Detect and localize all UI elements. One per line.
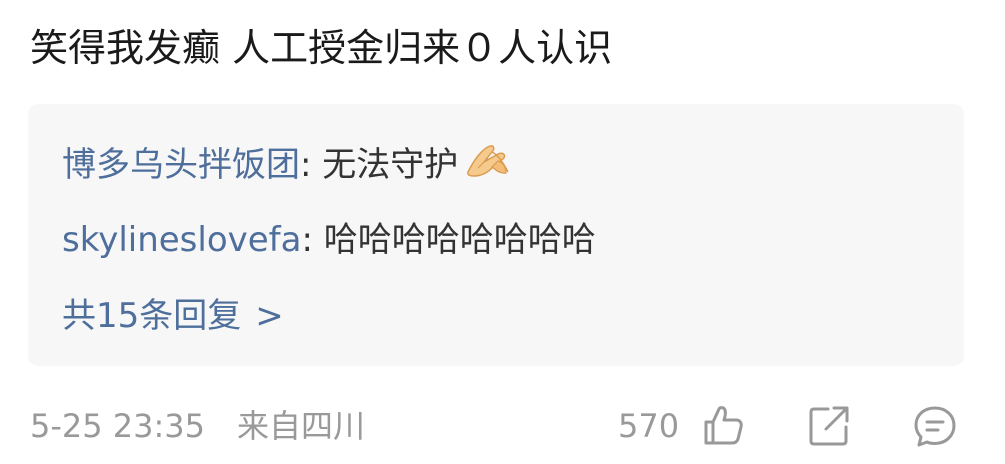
share-icon <box>809 406 849 446</box>
reply-separator: : <box>300 145 323 185</box>
share-button[interactable] <box>806 403 852 449</box>
reply-button[interactable] <box>912 403 958 449</box>
reply-count-label: 共15条回复 <box>62 296 242 336</box>
comment-text: 笑得我发癫 人工授金归来０人认识 <box>30 26 613 70</box>
comment-time: 5-25 23:35 <box>30 407 206 445</box>
reply-username[interactable]: skylineslovefa <box>62 220 301 260</box>
like-icon <box>704 406 743 445</box>
comment-meta: 5-25 23:35 来自四川 <box>30 403 365 449</box>
reply-text: 哈哈哈哈哈哈哈哈 <box>323 220 596 260</box>
like-count: 570 <box>618 407 680 445</box>
pinched-hands-emoji-icon <box>462 142 514 182</box>
reply-separator: : <box>301 220 324 260</box>
reply-username[interactable]: 博多乌头拌饭团 <box>62 145 300 185</box>
comment-icon <box>914 406 956 447</box>
view-all-replies-link[interactable]: 共15条回复 > <box>62 294 284 338</box>
reply-preview-box[interactable]: 博多乌头拌饭团: 无法守护 skylineslovefa: 哈哈哈哈哈哈哈哈 共… <box>28 104 964 366</box>
chevron-right-icon: > <box>255 296 284 336</box>
like-button[interactable] <box>700 403 746 449</box>
reply-text: 无法守护 <box>322 145 459 185</box>
reply-item: 博多乌头拌饭团: 无法守护 <box>62 142 514 187</box>
reply-item: skylineslovefa: 哈哈哈哈哈哈哈哈 <box>62 218 596 262</box>
comment-location: 来自四川 <box>237 407 366 445</box>
